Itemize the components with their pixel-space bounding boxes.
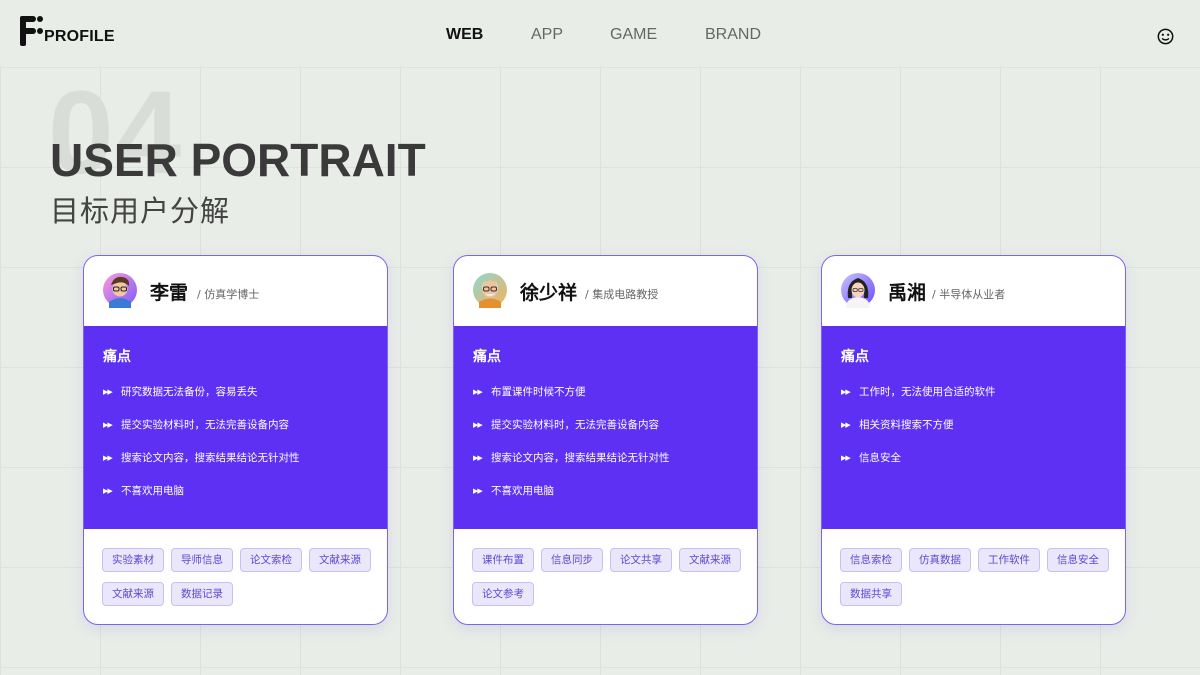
pain-points-list: ▶▶ 研究数据无法备份，容易丢失 ▶▶ 提交实验材料时，无法完善设备内容 ▶▶ 搜索论… bbox=[103, 386, 300, 518]
tag[interactable]: 实验素材 bbox=[102, 548, 164, 572]
brand-name: PROFILE bbox=[44, 28, 115, 45]
logo-mark-icon bbox=[20, 16, 43, 46]
pain-points-panel: 痛点 ▶▶ 工作时，无法使用合适的软件 ▶▶ 相关资料搜索不方便 ▶▶ 信息安全 bbox=[822, 326, 1125, 529]
double-arrow-icon: ▶▶ bbox=[103, 454, 113, 462]
list-item: ▶▶ 不喜欢用电脑 bbox=[103, 485, 184, 497]
tag[interactable]: 论文共享 bbox=[610, 548, 672, 572]
double-arrow-icon: ▶▶ bbox=[841, 421, 851, 429]
tag[interactable]: 数据记录 bbox=[171, 582, 233, 606]
user-card-xu-shaoxiang: 徐少祥 / 集成电路教授 痛点 ▶▶ 布置课件时候不方便 ▶▶ 提交实验材料时，无法… bbox=[453, 255, 758, 625]
nav-item-app[interactable]: APP bbox=[531, 26, 563, 44]
user-role: / 集成电路教授 bbox=[585, 288, 659, 301]
user-role: / 半导体从业者 bbox=[932, 288, 1006, 301]
tag[interactable]: 信息索检 bbox=[840, 548, 902, 572]
user-name: 禹湘 bbox=[888, 282, 927, 304]
list-item: ▶▶ 信息安全 bbox=[841, 452, 901, 464]
tag[interactable]: 文献来源 bbox=[309, 548, 371, 572]
nav-item-brand[interactable]: BRAND bbox=[705, 26, 761, 44]
list-item: ▶▶ 布置课件时候不方便 bbox=[473, 386, 586, 398]
list-item: ▶▶ 相关资料搜索不方便 bbox=[841, 419, 954, 431]
nav-item-game[interactable]: GAME bbox=[610, 26, 657, 44]
list-item: ▶▶ 工作时，无法使用合适的软件 bbox=[841, 386, 996, 398]
tag[interactable]: 课件布置 bbox=[472, 548, 534, 572]
double-arrow-icon: ▶▶ bbox=[473, 421, 483, 429]
list-item: ▶▶ 提交实验材料时，无法完善设备内容 bbox=[473, 419, 659, 431]
tag[interactable]: 论文索检 bbox=[240, 548, 302, 572]
user-avatar-icon bbox=[103, 273, 137, 308]
pain-points-panel: 痛点 ▶▶ 研究数据无法备份，容易丢失 ▶▶ 提交实验材料时，无法完善设备内容 ▶▶… bbox=[84, 326, 387, 529]
tag[interactable]: 信息安全 bbox=[1047, 548, 1109, 572]
tag[interactable]: 仿真数据 bbox=[909, 548, 971, 572]
double-arrow-icon: ▶▶ bbox=[473, 454, 483, 462]
pain-points-panel: 痛点 ▶▶ 布置课件时候不方便 ▶▶ 提交实验材料时，无法完善设备内容 ▶▶ 搜索论文… bbox=[454, 326, 757, 529]
double-arrow-icon: ▶▶ bbox=[103, 388, 113, 396]
user-name: 李雷 bbox=[150, 282, 189, 304]
list-item: ▶▶ 搜索论文内容，搜索结果结论无针对性 bbox=[473, 452, 670, 464]
face-icon[interactable] bbox=[1157, 28, 1174, 45]
card-header: 李雷 / 仿真学博士 bbox=[84, 256, 387, 326]
list-item: ▶▶ 搜索论文内容，搜索结果结论无针对性 bbox=[103, 452, 300, 464]
page-title: USER PORTRAIT bbox=[50, 134, 426, 186]
pain-points-title: 痛点 bbox=[841, 349, 869, 365]
card-header: 徐少祥 / 集成电路教授 bbox=[454, 256, 757, 326]
nav-item-web[interactable]: WEB bbox=[446, 26, 483, 44]
card-header: 禹湘 / 半导体从业者 bbox=[822, 256, 1125, 326]
brand-logo[interactable]: PROFILE bbox=[20, 16, 115, 46]
double-arrow-icon: ▶▶ bbox=[103, 421, 113, 429]
user-card-yu-xiang: 禹湘 / 半导体从业者 痛点 ▶▶ 工作时，无法使用合适的软件 ▶▶ 相关资料搜索不… bbox=[821, 255, 1126, 625]
double-arrow-icon: ▶▶ bbox=[841, 388, 851, 396]
tag[interactable]: 文献来源 bbox=[102, 582, 164, 606]
pain-points-title: 痛点 bbox=[103, 349, 131, 365]
double-arrow-icon: ▶▶ bbox=[473, 487, 483, 495]
tag[interactable]: 信息同步 bbox=[541, 548, 603, 572]
pain-points-list: ▶▶ 工作时，无法使用合适的软件 ▶▶ 相关资料搜索不方便 ▶▶ 信息安全 bbox=[841, 386, 996, 485]
double-arrow-icon: ▶▶ bbox=[841, 454, 851, 462]
user-role: / 仿真学博士 bbox=[197, 288, 260, 301]
page-subtitle: 目标用户分解 bbox=[50, 194, 231, 228]
tag[interactable]: 论文参考 bbox=[472, 582, 534, 606]
user-card-li-lei: 李雷 / 仿真学博士 痛点 ▶▶ 研究数据无法备份，容易丢失 ▶▶ 提交实验材料时，… bbox=[83, 255, 388, 625]
tag[interactable]: 工作软件 bbox=[978, 548, 1040, 572]
list-item: ▶▶ 研究数据无法备份，容易丢失 bbox=[103, 386, 258, 398]
double-arrow-icon: ▶▶ bbox=[473, 388, 483, 396]
list-item: ▶▶ 提交实验材料时，无法完善设备内容 bbox=[103, 419, 289, 431]
list-item: ▶▶ 不喜欢用电脑 bbox=[473, 485, 554, 497]
user-avatar-icon bbox=[841, 273, 875, 308]
tag[interactable]: 导师信息 bbox=[171, 548, 233, 572]
pain-points-title: 痛点 bbox=[473, 349, 501, 365]
user-avatar-icon bbox=[473, 273, 507, 308]
user-name: 徐少祥 bbox=[520, 282, 578, 304]
tag[interactable]: 文献来源 bbox=[679, 548, 741, 572]
pain-points-list: ▶▶ 布置课件时候不方便 ▶▶ 提交实验材料时，无法完善设备内容 ▶▶ 搜索论文内容，… bbox=[473, 386, 670, 518]
top-navigation-bar: PROFILE WEB APP GAME BRAND bbox=[0, 0, 1200, 68]
double-arrow-icon: ▶▶ bbox=[103, 487, 113, 495]
tag[interactable]: 数据共享 bbox=[840, 582, 902, 606]
